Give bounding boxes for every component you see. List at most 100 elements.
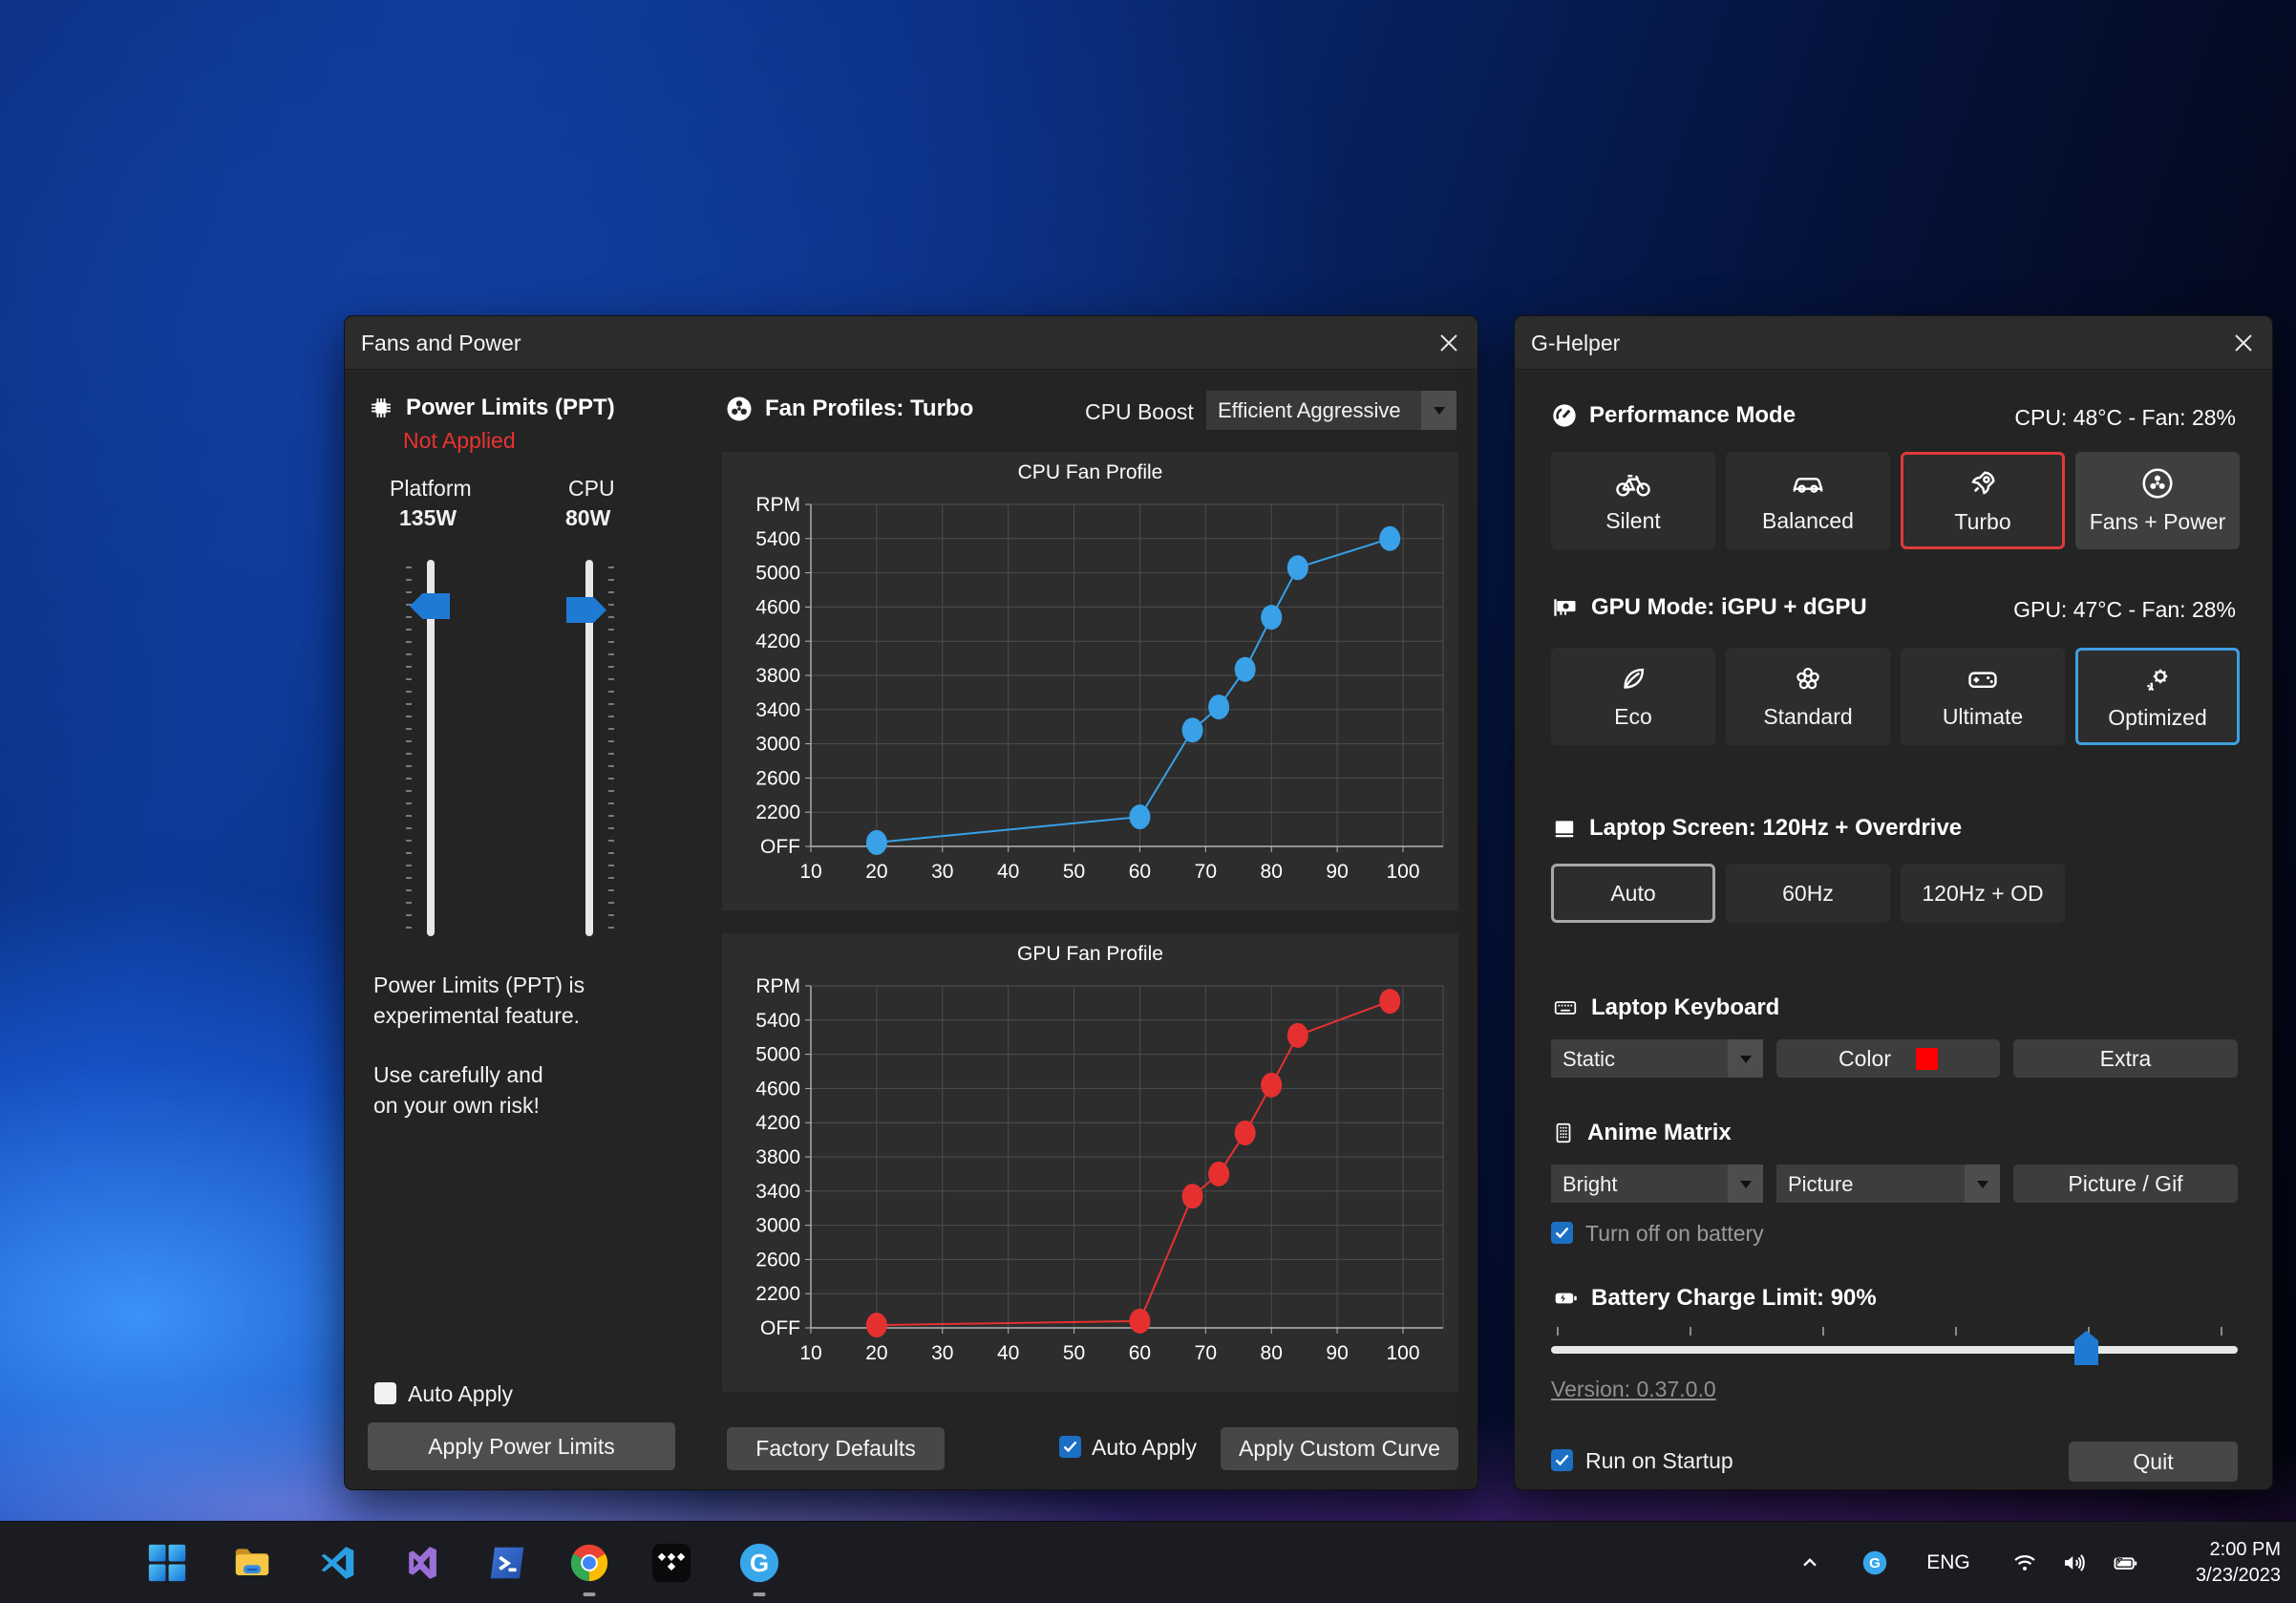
gpu-fan-chart-plot[interactable]: 102030405060708090100OFF2200260030003400… [722, 933, 1458, 1392]
chevron-down-icon[interactable] [1965, 1165, 2000, 1203]
screen-button-60hz[interactable]: 60Hz [1726, 864, 1890, 923]
platform-slider-thumb[interactable] [410, 593, 450, 619]
tray-chevron-button[interactable] [1797, 1550, 1822, 1575]
svg-text:4200: 4200 [755, 631, 800, 652]
gamepad-icon [1965, 663, 2001, 695]
tidal-button[interactable] [649, 1541, 693, 1585]
svg-text:5400: 5400 [755, 1010, 800, 1032]
screen-icon [1551, 816, 1578, 841]
start-button[interactable] [145, 1541, 189, 1585]
check-icon [1555, 1454, 1569, 1466]
chevron-down-icon[interactable] [1728, 1039, 1763, 1078]
close-button[interactable] [1432, 326, 1466, 360]
gpu-button-standard[interactable]: Standard [1726, 648, 1890, 745]
powershell-icon [485, 1541, 529, 1585]
fan-profiles-header: Fan Profiles: Turbo [725, 395, 973, 423]
matrix-running-dropdown[interactable]: Picture [1776, 1165, 2000, 1203]
fan-profiles-title: Fan Profiles: Turbo [765, 395, 973, 422]
battery-limit-slider-track[interactable] [1551, 1346, 2238, 1354]
fans-and-power-window: Fans and Power Power Limits (PPT) Not Ap… [344, 315, 1478, 1490]
close-icon [2233, 332, 2254, 353]
quit-button[interactable]: Quit [2069, 1442, 2238, 1482]
tray-ghelper-button[interactable]: G [1861, 1550, 1888, 1576]
svg-text:5400: 5400 [755, 528, 800, 550]
chevron-down-icon[interactable] [1728, 1165, 1763, 1203]
tray-clock[interactable]: 2:00 PM 3/23/2023 [2196, 1537, 2281, 1589]
file-explorer-button[interactable] [230, 1541, 274, 1585]
cpu-boost-dropdown[interactable]: Efficient Aggressive [1206, 391, 1456, 430]
svg-text:50: 50 [1063, 1342, 1085, 1364]
screen-button-120hz-od[interactable]: 120Hz + OD [1901, 864, 2065, 923]
auto-apply-power-checkbox[interactable] [374, 1382, 396, 1404]
platform-label: Platform [390, 476, 472, 502]
matrix-battery-label: Turn off on battery [1585, 1221, 1764, 1247]
matrix-battery-checkbox[interactable] [1551, 1222, 1573, 1244]
mode-button-balanced[interactable]: Balanced [1726, 452, 1890, 549]
cpu-fan-chart[interactable]: CPU Fan Profile 102030405060708090100OFF… [722, 452, 1458, 910]
svg-text:3800: 3800 [755, 1146, 800, 1168]
version-link[interactable]: Version: 0.37.0.0 [1551, 1377, 1716, 1402]
tray-battery-button[interactable] [2111, 1550, 2139, 1576]
svg-text:G: G [1869, 1555, 1881, 1571]
performance-mode-header: Performance Mode [1551, 402, 1796, 429]
cpu-slider-thumb[interactable] [566, 597, 606, 623]
matrix-picture-gif-button[interactable]: Picture / Gif [2013, 1165, 2238, 1203]
svg-text:RPM: RPM [755, 975, 800, 997]
tray-volume-button[interactable] [2061, 1550, 2088, 1576]
running-indicator [584, 1592, 596, 1596]
apply-custom-curve-button[interactable]: Apply Custom Curve [1221, 1427, 1458, 1470]
chrome-button[interactable] [567, 1541, 611, 1585]
keyboard-mode-dropdown[interactable]: Static [1551, 1039, 1763, 1078]
keyboard-color-button[interactable]: Color [1776, 1039, 2000, 1078]
matrix-running-value: Picture [1788, 1172, 1853, 1197]
matrix-brightness-value: Bright [1563, 1172, 1617, 1197]
cpu-boost-value: Efficient Aggressive [1218, 398, 1401, 423]
svg-text:2200: 2200 [755, 802, 800, 823]
vscode-button[interactable] [315, 1541, 359, 1585]
mode-button-silent[interactable]: Silent [1551, 452, 1715, 549]
platform-value: 135W [399, 505, 457, 531]
battery-limit-slider-thumb[interactable] [2074, 1331, 2098, 1365]
tray-language[interactable]: ENG [1926, 1551, 1970, 1574]
gpu-button-ultimate[interactable]: Ultimate [1901, 648, 2065, 745]
car-icon [1789, 467, 1827, 500]
screen-button-auto[interactable]: Auto [1551, 864, 1715, 923]
ghelper-taskbar-button[interactable]: G [737, 1541, 781, 1585]
chevron-up-icon [1797, 1550, 1822, 1575]
run-on-startup-checkbox[interactable] [1551, 1449, 1573, 1471]
gpu-fan-chart[interactable]: GPU Fan Profile 102030405060708090100OFF… [722, 933, 1458, 1392]
fan-icon [725, 395, 754, 423]
fans-titlebar[interactable]: Fans and Power [345, 316, 1478, 370]
terminal-button[interactable] [485, 1541, 529, 1585]
taskbar: G G ENG [0, 1521, 2296, 1603]
chevron-down-icon[interactable] [1421, 391, 1456, 430]
svg-text:40: 40 [997, 1342, 1019, 1364]
run-on-startup-label: Run on Startup [1585, 1448, 1733, 1474]
auto-apply-curve-checkbox[interactable] [1059, 1436, 1081, 1458]
svg-text:90: 90 [1326, 1342, 1348, 1364]
svg-text:3800: 3800 [755, 665, 800, 687]
matrix-brightness-dropdown[interactable]: Bright [1551, 1165, 1763, 1203]
check-icon [1555, 1227, 1569, 1239]
mode-button-turbo[interactable]: Turbo [1901, 452, 2065, 549]
gpu-button-optimized[interactable]: Optimized [2075, 648, 2240, 745]
platform-slider-ticks [406, 566, 412, 930]
power-limits-title: Power Limits (PPT) [406, 395, 615, 421]
cpu-fan-chart-plot[interactable]: 102030405060708090100OFF2200260030003400… [722, 452, 1458, 910]
svg-text:4600: 4600 [755, 1078, 800, 1100]
gpu-button-eco[interactable]: Eco [1551, 648, 1715, 745]
svg-text:G: G [750, 1550, 769, 1577]
laptop-screen-header: Laptop Screen: 120Hz + Overdrive [1551, 815, 1962, 842]
matrix-grid-icon [1551, 1120, 1576, 1146]
tray-date: 3/23/2023 [2196, 1563, 2281, 1589]
laptop-screen-title: Laptop Screen: 120Hz + Overdrive [1589, 815, 1962, 842]
ghelper-titlebar[interactable]: G-Helper [1515, 316, 2272, 370]
keyboard-extra-button[interactable]: Extra [2013, 1039, 2238, 1078]
visual-studio-button[interactable] [400, 1541, 444, 1585]
factory-defaults-button[interactable]: Factory Defaults [727, 1427, 945, 1470]
desktop-wallpaper: Fans and Power Power Limits (PPT) Not Ap… [0, 0, 2296, 1603]
close-button[interactable] [2226, 326, 2261, 360]
tray-wifi-button[interactable] [2011, 1550, 2038, 1576]
mode-button-fans-power[interactable]: Fans + Power [2075, 452, 2240, 549]
apply-power-limits-button[interactable]: Apply Power Limits [368, 1422, 675, 1470]
